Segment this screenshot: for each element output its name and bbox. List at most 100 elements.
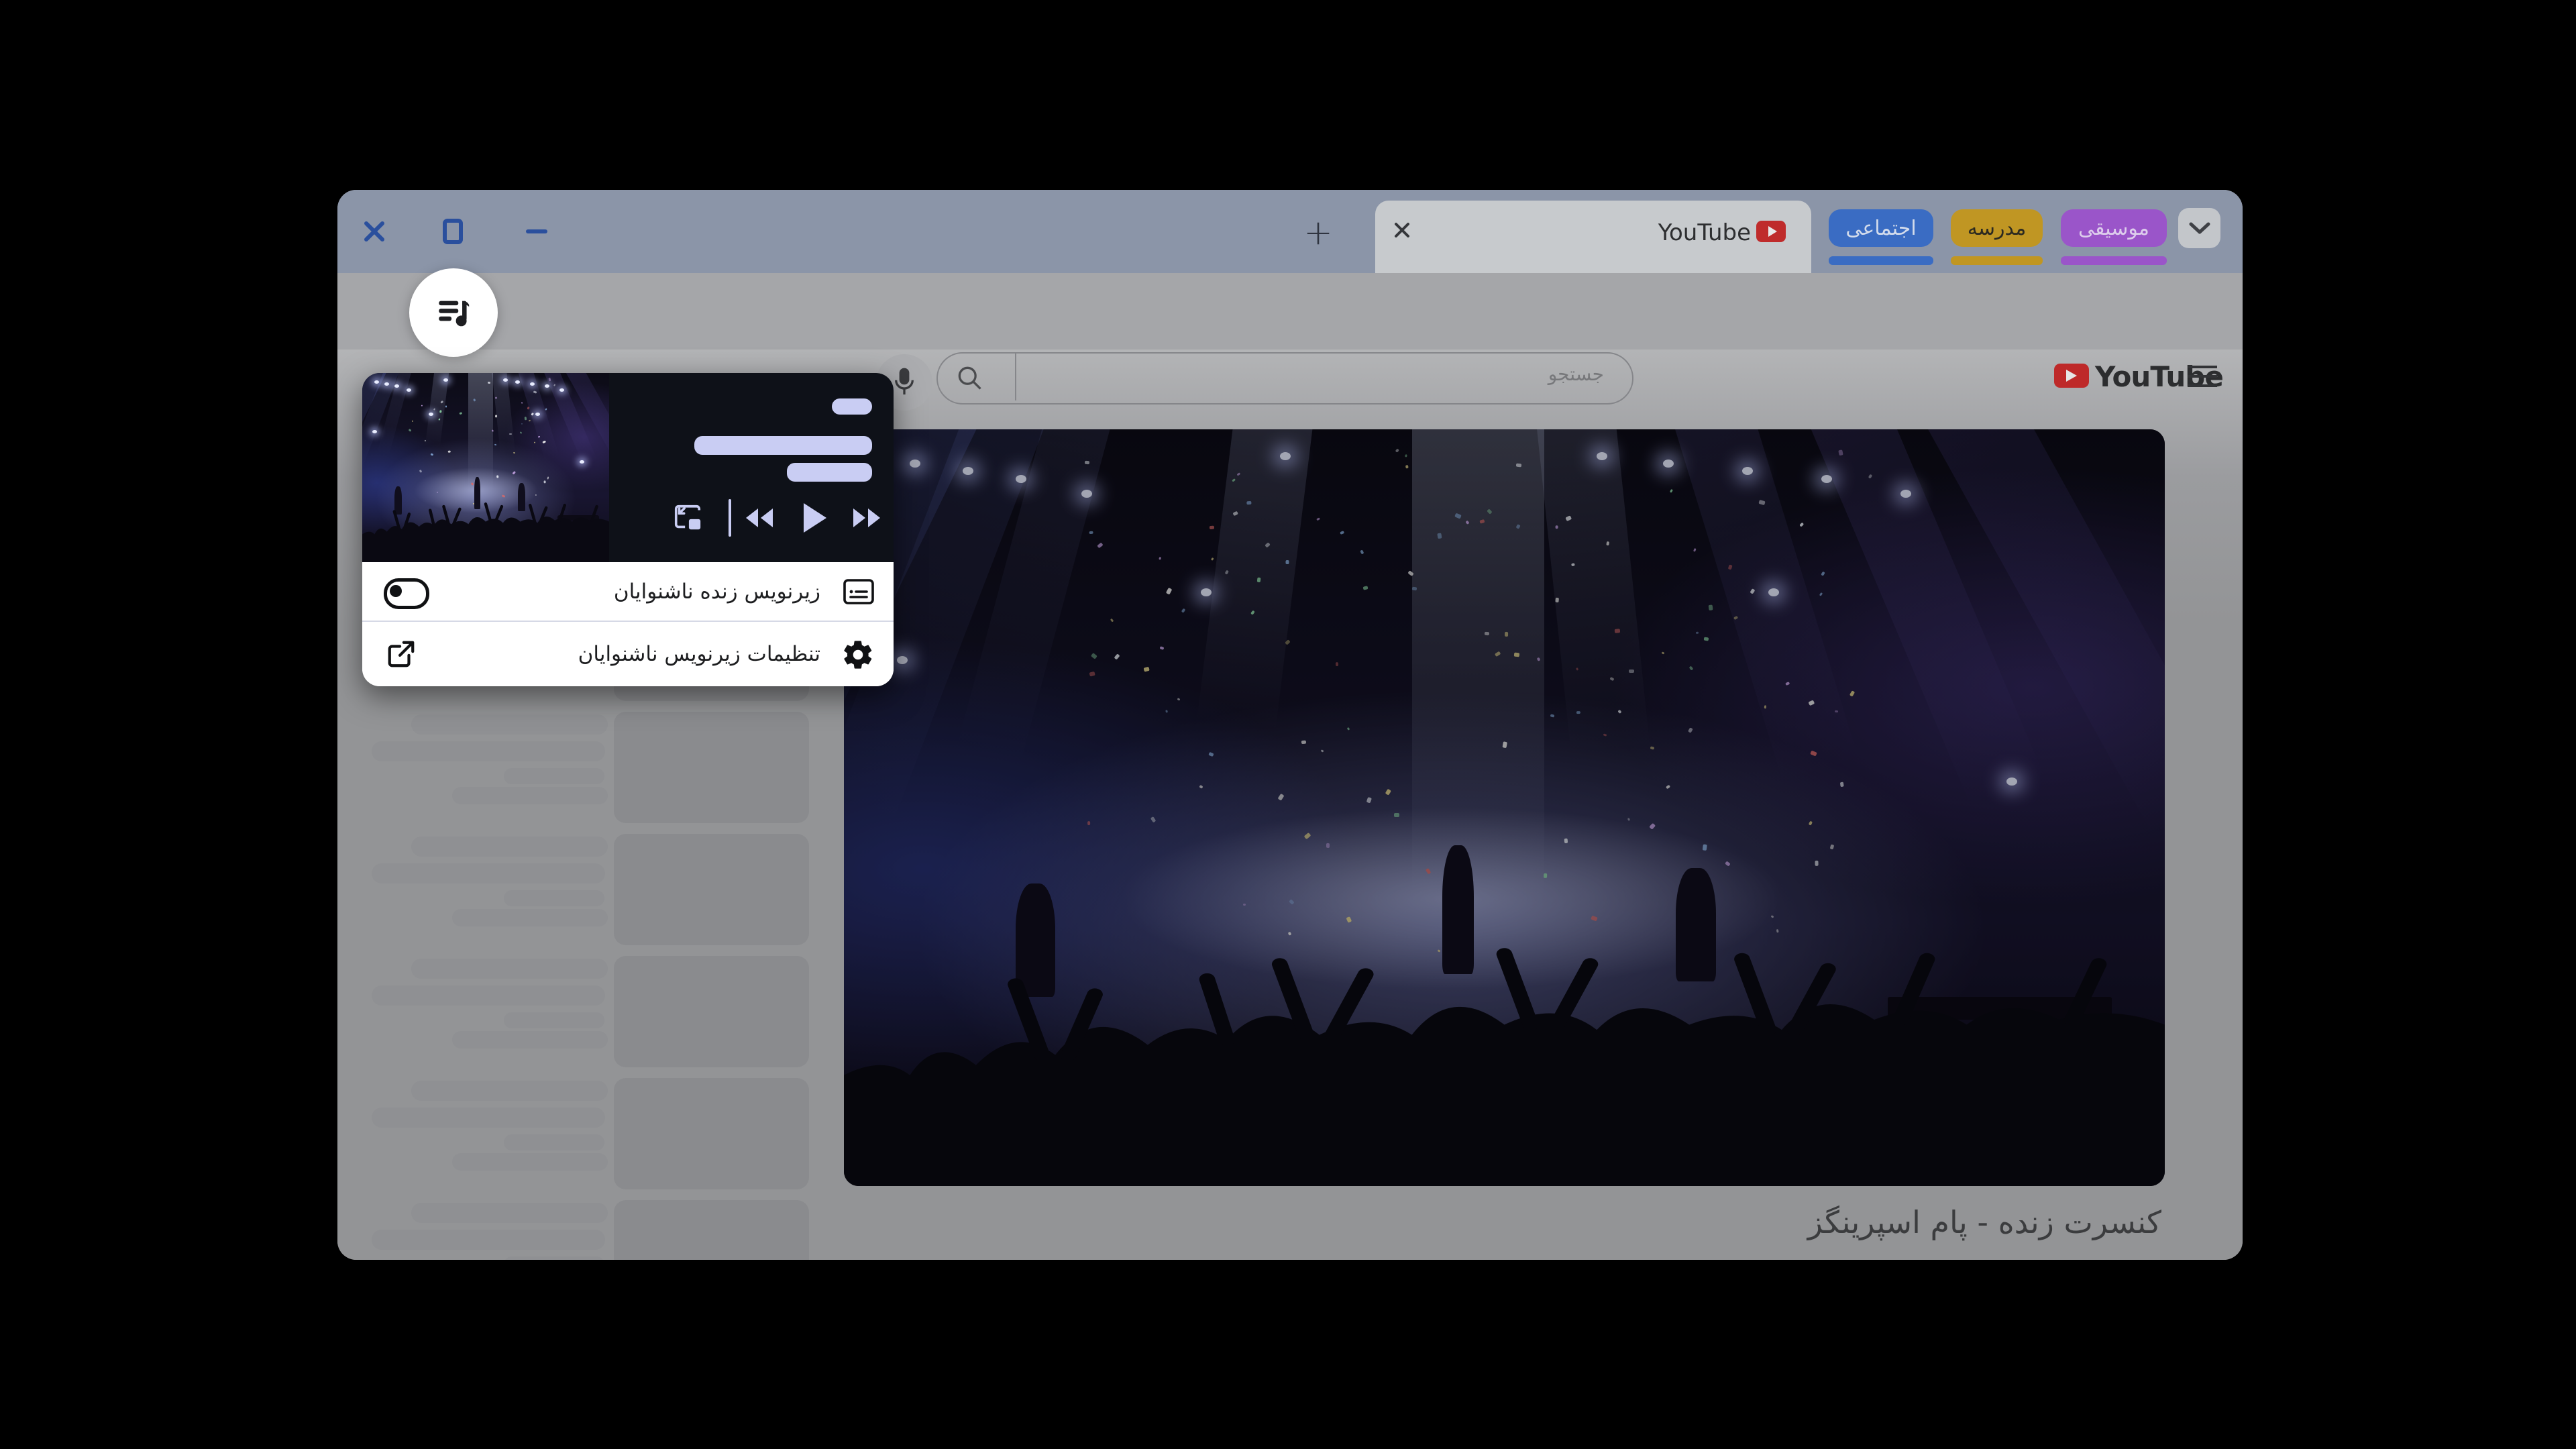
minimize-window-icon[interactable] [522, 217, 551, 246]
live-caption-label: زیرنویس زنده ناشنوایان [614, 580, 820, 604]
global-media-controls-popup: زیرنویس زنده ناشنوایان تنظیمات زیرنویس ن… [362, 373, 894, 686]
confetti [497, 475, 499, 478]
skeleton-text-line [372, 1108, 605, 1128]
live-caption-icon [843, 577, 875, 606]
tab-group-social[interactable]: اجتماعی [1829, 209, 1933, 247]
confetti [529, 419, 531, 421]
confetti [409, 429, 412, 432]
caption-settings-row[interactable]: تنظیمات زیرنویس ناشنوایان [362, 622, 894, 686]
video-title: کنسرت زنده - پام اسپرینگز [1808, 1204, 2161, 1240]
media-playlist-music-icon [434, 293, 473, 332]
media-controls-toolbar-button[interactable] [409, 268, 498, 357]
tab-group-school-underline [1951, 256, 2043, 265]
confetti [495, 396, 496, 398]
skeleton-text-line [504, 890, 604, 906]
gear-icon [841, 638, 875, 672]
confetti [509, 433, 512, 435]
crowd-silhouette [362, 486, 609, 562]
live-caption-row[interactable]: زیرنویس زنده ناشنوایان [362, 562, 894, 621]
light-beam [490, 373, 517, 475]
stage-spotlight [559, 388, 564, 392]
skeleton-text-line [411, 959, 608, 979]
confetti [547, 476, 549, 479]
menu-hamburger-icon[interactable] [2188, 366, 2217, 387]
stage-spotlight [515, 380, 520, 384]
tab-search-chevron-button[interactable] [2178, 208, 2220, 248]
picture-in-picture-icon[interactable] [672, 502, 703, 533]
confetti [445, 406, 446, 409]
tab-group-music-underline [2061, 256, 2167, 265]
skeleton-text-line [452, 1153, 608, 1171]
confetti [495, 415, 497, 417]
caption-settings-label: تنظیمات زیرنویس ناشنوایان [578, 642, 820, 666]
skeleton-thumbnail [614, 1200, 809, 1260]
confetti [421, 405, 423, 406]
media-title-skeleton [832, 398, 872, 415]
video-dim-scrim [844, 429, 2165, 1186]
youtube-logo-icon[interactable] [2054, 364, 2089, 388]
stage-spotlight [372, 430, 377, 433]
media-source-skeleton [787, 463, 872, 482]
skeleton-list-item [370, 834, 809, 956]
stage-spotlight [394, 384, 399, 388]
tab-close-icon[interactable] [1389, 217, 1415, 244]
skeleton-list-item [370, 956, 809, 1078]
play-icon[interactable] [800, 500, 829, 536]
skeleton-text-line [504, 768, 604, 784]
confetti [419, 470, 423, 473]
live-caption-toggle[interactable] [384, 578, 429, 609]
skeleton-text-line [372, 741, 605, 761]
confetti [492, 429, 494, 431]
confetti [520, 432, 523, 435]
browser-window: + YouTube اجتماعی مدرسه موسیقی [337, 190, 2243, 1260]
tab-group-music[interactable]: موسیقی [2061, 209, 2167, 247]
maximize-window-icon[interactable] [438, 217, 468, 246]
confetti [447, 451, 450, 453]
stage-spotlight [535, 413, 540, 416]
new-tab-button[interactable]: + [1298, 213, 1338, 253]
stage-spotlight [545, 384, 549, 388]
stage-spotlight [580, 460, 584, 464]
media-session-thumbnail [362, 373, 609, 562]
skeleton-thumbnail [614, 956, 809, 1067]
skeleton-thumbnail [614, 712, 809, 823]
screen: + YouTube اجتماعی مدرسه موسیقی [0, 0, 2576, 1449]
skeleton-text-line [504, 1012, 604, 1028]
search-divider [1015, 354, 1016, 400]
concert-thumbnail-art [362, 373, 609, 562]
skeleton-text-line [452, 787, 608, 804]
search-icon[interactable] [955, 363, 984, 395]
confetti [521, 423, 523, 424]
confetti [524, 417, 527, 420]
skeleton-thumbnail [614, 1078, 809, 1189]
skeleton-text-line [411, 837, 608, 857]
tab-group-school[interactable]: مدرسه [1951, 209, 2043, 247]
previous-track-icon[interactable] [742, 502, 775, 533]
confetti [459, 412, 462, 414]
search-placeholder: جستجو [1548, 363, 1604, 385]
close-window-icon[interactable] [360, 217, 389, 246]
stage-spotlight [407, 388, 411, 392]
confetti [494, 444, 497, 446]
open-in-new-icon [385, 638, 417, 670]
youtube-favicon-icon [1756, 221, 1786, 242]
skeleton-text-line [372, 985, 605, 1006]
skeleton-text-line [411, 1081, 608, 1101]
skeleton-text-line [372, 863, 605, 883]
tab-strip: + YouTube اجتماعی مدرسه موسیقی [337, 190, 2243, 273]
media-artist-skeleton [694, 436, 872, 455]
confetti [544, 480, 546, 483]
skeleton-list-item [370, 712, 809, 834]
active-tab[interactable]: YouTube [1375, 201, 1811, 273]
skeleton-text-line [411, 714, 608, 735]
tab-title: YouTube [1658, 219, 1751, 246]
next-track-icon[interactable] [851, 502, 884, 533]
media-session-card[interactable] [362, 373, 894, 562]
skeleton-text-line [411, 1203, 608, 1223]
skeleton-text-line [452, 1031, 608, 1049]
video-player[interactable]: درحال پخش در تلویزیون اتاق نشیمن [844, 429, 2165, 1186]
confetti [412, 420, 414, 422]
chevron-down-icon [2188, 221, 2211, 235]
search-input[interactable] [936, 352, 1633, 405]
confetti [439, 410, 441, 413]
